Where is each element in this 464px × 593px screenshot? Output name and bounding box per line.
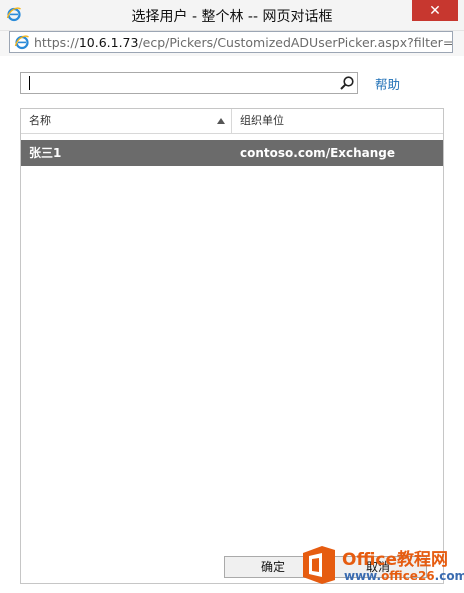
user-results-table: 名称 组织单位 张三1 contoso.com/Exchange bbox=[20, 108, 444, 584]
office-logo-icon bbox=[303, 546, 335, 584]
column-header-ou[interactable]: 组织单位 bbox=[232, 109, 443, 133]
help-link[interactable]: 帮助 bbox=[375, 74, 400, 93]
cell-organizational-unit: contoso.com/Exchange bbox=[240, 146, 396, 160]
watermark: Office教程网 www.office26.com bbox=[300, 541, 464, 593]
dialog-window: 选择用户 - 整个林 -- 网页对话框 ✕ https://10.6.1.73/… bbox=[0, 0, 464, 593]
column-header-label: 名称 bbox=[29, 114, 51, 127]
text-caret bbox=[29, 76, 30, 90]
search-input[interactable] bbox=[31, 73, 331, 93]
search-box[interactable] bbox=[20, 72, 358, 94]
watermark-url-prefix: www. bbox=[344, 569, 382, 583]
address-path: /ecp/Pickers/CustomizedADUserPicker.aspx… bbox=[138, 34, 453, 50]
title-bar[interactable]: 选择用户 - 整个林 -- 网页对话框 ✕ bbox=[0, 0, 464, 31]
watermark-title: Office教程网 bbox=[342, 550, 449, 570]
watermark-url-suffix: .com bbox=[434, 569, 464, 583]
table-header: 名称 组织单位 bbox=[21, 109, 443, 134]
column-header-name[interactable]: 名称 bbox=[21, 109, 232, 133]
address-scheme: https:// bbox=[34, 34, 79, 50]
search-icon[interactable] bbox=[339, 75, 355, 91]
watermark-url-accent: office26 bbox=[381, 569, 435, 583]
dialog-content: 帮助 名称 组织单位 张三1 contoso.com/Exchange 确定 取… bbox=[0, 56, 464, 593]
window-title: 选择用户 - 整个林 -- 网页对话框 bbox=[131, 9, 333, 25]
sort-ascending-icon bbox=[217, 118, 225, 124]
column-header-label: 组织单位 bbox=[240, 114, 284, 127]
internet-explorer-icon bbox=[14, 35, 29, 50]
table-row[interactable]: 张三1 contoso.com/Exchange bbox=[21, 140, 443, 166]
address-host: 10.6.1.73 bbox=[78, 34, 139, 50]
close-button[interactable]: ✕ bbox=[412, 0, 458, 21]
watermark-url: www.office26.com bbox=[344, 569, 464, 583]
cell-user-name: 张三1 bbox=[29, 146, 62, 160]
close-icon: ✕ bbox=[429, 2, 441, 19]
address-url: https://10.6.1.73/ecp/Pickers/Customized… bbox=[34, 34, 453, 50]
address-bar[interactable]: https://10.6.1.73/ecp/Pickers/Customized… bbox=[9, 31, 453, 53]
